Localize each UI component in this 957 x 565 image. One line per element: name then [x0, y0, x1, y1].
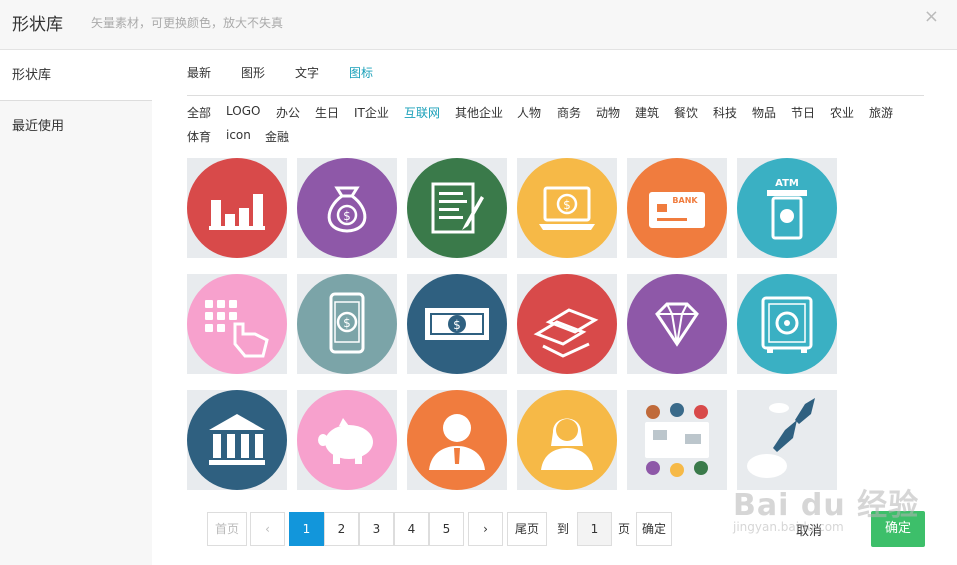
rocket-launch-illustration-icon — [747, 398, 815, 478]
category-sports[interactable]: 体育 — [187, 128, 211, 145]
mobile-payment-icon: $ — [329, 292, 365, 354]
businessman-icon — [429, 414, 485, 470]
icon-tile[interactable] — [407, 158, 507, 258]
pager-goto-label: 到 — [557, 522, 570, 536]
shape-library-dialog: 形状库 矢量素材，可更换颜色，放大不失真 × 形状库 最近使用 最新 图形 文字… — [0, 0, 957, 565]
cancel-button[interactable]: 取消 — [796, 520, 822, 539]
icon-tile[interactable] — [187, 274, 287, 374]
bank-building-icon — [209, 414, 265, 465]
icon-tile[interactable] — [737, 390, 837, 490]
tab-latest[interactable]: 最新 — [187, 64, 211, 81]
atm-icon: ATM — [767, 178, 807, 240]
tab-shapes[interactable]: 图形 — [241, 64, 265, 81]
laptop-coin-icon: $ — [539, 186, 595, 230]
category-commerce[interactable]: 商务 — [557, 104, 581, 121]
icon-tile[interactable] — [407, 390, 507, 490]
icon-tile[interactable]: BANK — [627, 158, 727, 258]
category-office[interactable]: 办公 — [276, 104, 300, 121]
icon-tile[interactable] — [297, 390, 397, 490]
svg-text:$: $ — [563, 198, 571, 212]
tab-text[interactable]: 文字 — [295, 64, 319, 81]
close-icon[interactable]: × — [924, 6, 939, 27]
bank-card-icon: BANK — [649, 192, 705, 228]
bar-chart-icon — [209, 194, 265, 230]
dialog-header: 形状库 矢量素材，可更换颜色，放大不失真 × — [0, 0, 957, 50]
dialog-title: 形状库 — [12, 15, 63, 35]
diamond-icon — [655, 302, 699, 347]
category-agriculture[interactable]: 农业 — [830, 104, 854, 121]
icon-tile[interactable] — [627, 390, 727, 490]
svg-text:$: $ — [343, 209, 351, 223]
category-items[interactable]: 物品 — [752, 104, 776, 121]
gold-bars-icon — [533, 308, 599, 358]
pager-prev-button[interactable]: ‹ — [250, 512, 285, 546]
pager-page-4[interactable]: 4 — [394, 512, 429, 546]
banknote-icon: $ — [425, 308, 489, 340]
keypad-hand-icon — [205, 300, 269, 358]
icon-tile[interactable]: $ — [407, 274, 507, 374]
safe-icon — [761, 296, 813, 353]
pager-page-5[interactable]: 5 — [429, 512, 464, 546]
confirm-button[interactable]: 确定 — [871, 511, 925, 547]
tab-bar: 最新 图形 文字 图标 — [187, 64, 924, 96]
pager-next-button[interactable]: › — [468, 512, 503, 546]
icon-tile[interactable] — [517, 390, 617, 490]
category-internet[interactable]: 互联网 — [404, 104, 440, 121]
icon-tile[interactable]: ATM — [737, 158, 837, 258]
icon-tile[interactable] — [737, 274, 837, 374]
team-meeting-illustration-icon — [645, 403, 709, 477]
icon-tile[interactable] — [517, 274, 617, 374]
pager-first-button[interactable]: 首页 — [207, 512, 247, 546]
category-birthday[interactable]: 生日 — [315, 104, 339, 121]
category-all[interactable]: 全部 — [187, 104, 211, 121]
piggy-bank-icon — [318, 418, 373, 464]
pager-page-1[interactable]: 1 — [289, 512, 324, 546]
sidebar-item-recent[interactable]: 最近使用 — [0, 101, 152, 152]
category-tech[interactable]: 科技 — [713, 104, 737, 121]
contract-pen-icon — [431, 182, 484, 234]
main-panel: 最新 图形 文字 图标 全部 LOGO 办公 生日 IT企业 互联网 其他企业 … — [152, 50, 957, 565]
svg-text:$: $ — [343, 316, 351, 330]
sidebar-item-shape-library[interactable]: 形状库 — [0, 50, 152, 101]
category-it[interactable]: IT企业 — [354, 104, 389, 121]
category-logo[interactable]: LOGO — [226, 104, 260, 118]
icon-tile[interactable]: $ — [297, 274, 397, 374]
atm-label: ATM — [775, 178, 799, 189]
pager-page-input[interactable]: 1 — [577, 512, 612, 546]
category-other-business[interactable]: 其他企业 — [455, 104, 503, 121]
icon-tile[interactable] — [627, 274, 727, 374]
money-bag-icon: $ — [327, 186, 367, 233]
pager-page-unit: 页 — [618, 522, 631, 536]
category-animals[interactable]: 动物 — [596, 104, 620, 121]
category-icon[interactable]: icon — [226, 128, 251, 142]
icon-tile[interactable]: $ — [297, 158, 397, 258]
category-travel[interactable]: 旅游 — [869, 104, 893, 121]
svg-text:BANK: BANK — [672, 196, 698, 205]
category-finance[interactable]: 金融 — [265, 128, 289, 145]
category-food[interactable]: 餐饮 — [674, 104, 698, 121]
icon-tile[interactable]: $ — [517, 158, 617, 258]
icon-tile[interactable] — [187, 158, 287, 258]
dialog-subtitle: 矢量素材，可更换颜色，放大不失真 — [91, 16, 284, 30]
pager-go-button[interactable]: 确定 — [636, 512, 672, 546]
svg-text:$: $ — [453, 318, 461, 332]
businesswoman-icon — [541, 418, 593, 470]
category-buildings[interactable]: 建筑 — [635, 104, 659, 121]
icon-tile[interactable] — [187, 390, 287, 490]
category-holidays[interactable]: 节日 — [791, 104, 815, 121]
pager-last-button[interactable]: 尾页 — [507, 512, 547, 546]
sidebar: 形状库 最近使用 — [0, 50, 152, 565]
pager-page-3[interactable]: 3 — [359, 512, 394, 546]
category-people[interactable]: 人物 — [517, 104, 541, 121]
pager-page-2[interactable]: 2 — [324, 512, 359, 546]
tab-icons[interactable]: 图标 — [349, 64, 373, 81]
